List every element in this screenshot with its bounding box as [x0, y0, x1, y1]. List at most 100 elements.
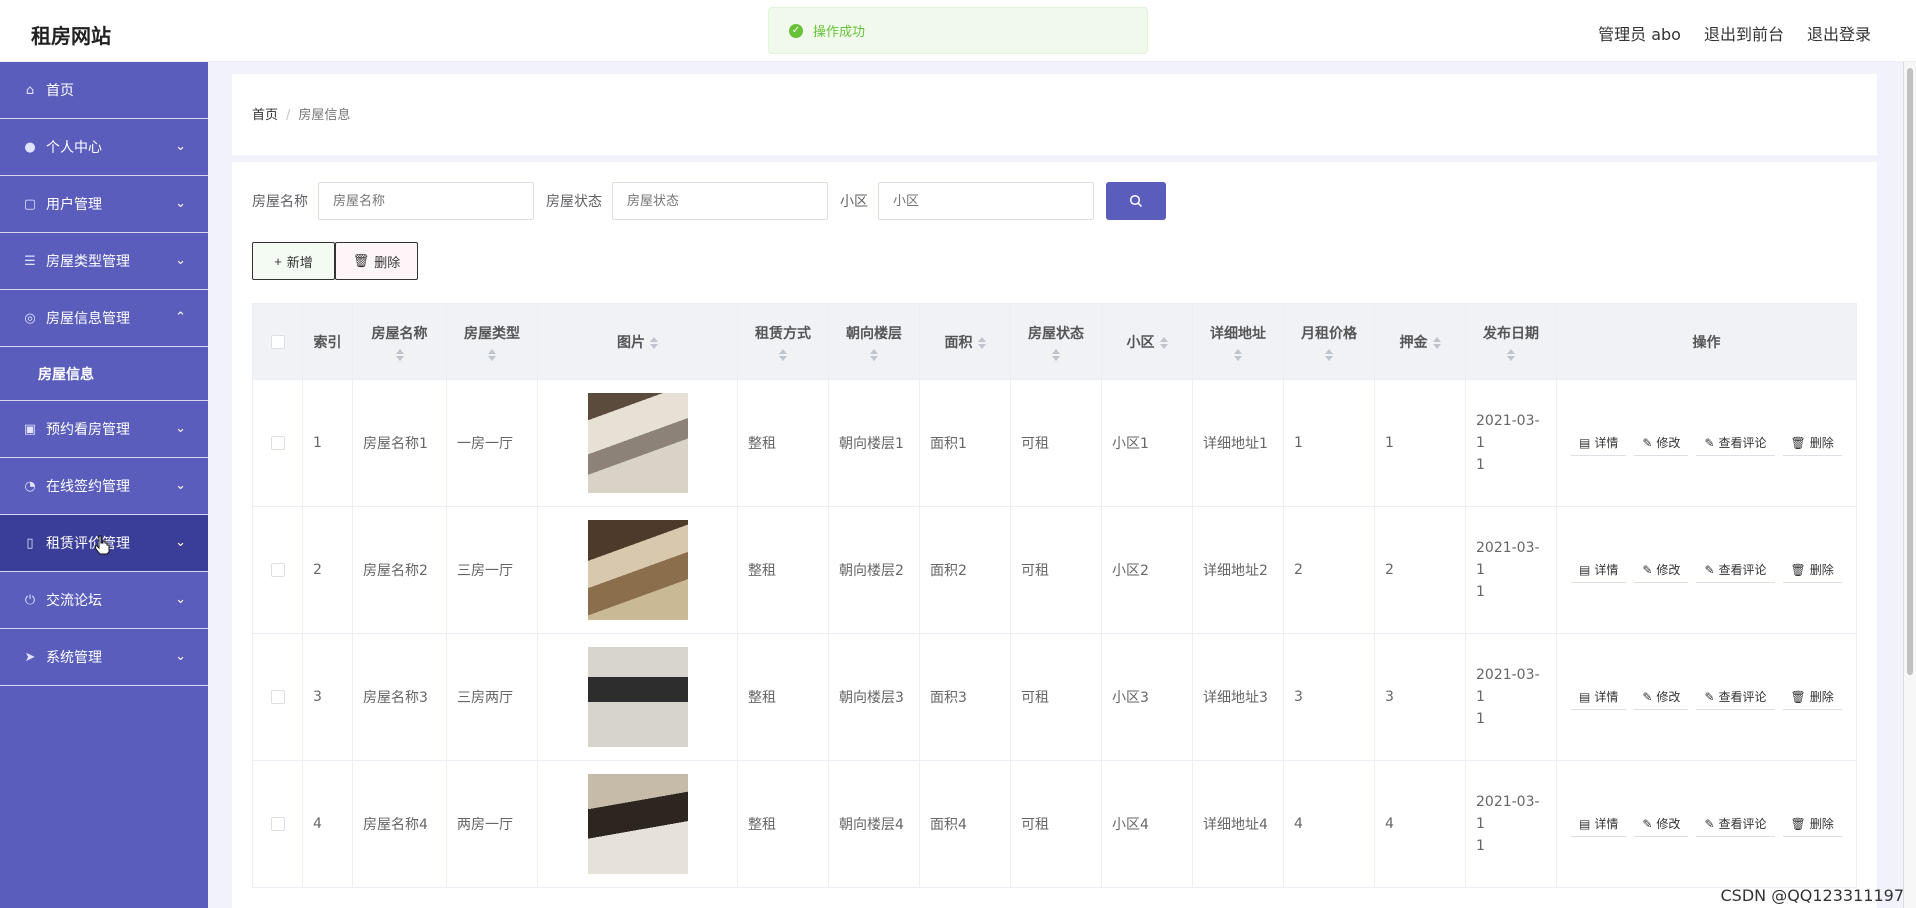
table-row: 2 房屋名称2 三房一厅 整租 朝向楼层2 面积2 可租 小区2 详细地址2 2…: [252, 506, 1857, 634]
add-button[interactable]: + 新增: [252, 242, 335, 280]
row-select-cell[interactable]: [252, 633, 303, 761]
view-comments-button[interactable]: ✎ 查看评论: [1696, 430, 1775, 456]
sort-icon[interactable]: [1052, 348, 1060, 361]
breadcrumb-home[interactable]: 首页: [252, 108, 278, 123]
cell-image: [537, 760, 738, 888]
house-image[interactable]: [587, 774, 688, 874]
sidebar-item-users[interactable]: ▢ 用户管理 ⌄: [0, 176, 208, 233]
header-date[interactable]: 发布日期: [1465, 303, 1557, 380]
row-checkbox[interactable]: [270, 563, 285, 577]
cell-house-type: 三房一厅: [446, 506, 538, 634]
edit-button[interactable]: ✎ 修改: [1634, 557, 1689, 583]
community-input[interactable]: [878, 182, 1094, 220]
cell-house-name: 房屋名称4: [352, 760, 447, 888]
header-image[interactable]: 图片: [537, 303, 738, 380]
trash-icon: 🗑: [352, 253, 370, 268]
header-address[interactable]: 详细地址: [1192, 303, 1284, 380]
pencil-icon: ✎: [1642, 435, 1653, 450]
sort-icon[interactable]: [650, 336, 658, 349]
edit-button[interactable]: ✎ 修改: [1634, 684, 1689, 710]
user-icon: ●: [24, 139, 36, 155]
logout-link[interactable]: 退出登录: [1807, 21, 1871, 45]
sidebar-item-label: 用户管理: [46, 197, 102, 213]
row-select-cell[interactable]: [252, 506, 303, 634]
house-status-input[interactable]: [612, 182, 828, 220]
sort-icon[interactable]: [1234, 348, 1242, 361]
home-icon: ⌂: [25, 82, 35, 98]
row-checkbox[interactable]: [270, 436, 285, 450]
hand-cursor-icon: [94, 535, 110, 555]
header-community[interactable]: 小区: [1101, 303, 1193, 380]
cell-orientation: 朝向楼层2: [828, 506, 920, 634]
view-comments-button[interactable]: ✎ 查看评论: [1696, 557, 1775, 583]
search-button[interactable]: [1106, 182, 1166, 220]
detail-button[interactable]: ▤ 详情: [1571, 430, 1627, 456]
house-image[interactable]: [587, 393, 688, 493]
header-area[interactable]: 面积: [919, 303, 1011, 380]
edit-button[interactable]: ✎ 修改: [1634, 430, 1689, 456]
sidebar-subitem-house-info[interactable]: 房屋信息: [0, 347, 208, 401]
select-all-checkbox[interactable]: [270, 334, 285, 349]
detail-button[interactable]: ▤ 详情: [1571, 811, 1627, 837]
house-name-input[interactable]: [318, 182, 534, 220]
header-lease-type[interactable]: 租赁方式: [737, 303, 829, 380]
delete-button[interactable]: 🗑 删除: [1782, 684, 1842, 710]
sort-icon[interactable]: [779, 348, 787, 361]
sidebar-item-contracts[interactable]: ◔ 在线签约管理 ⌄: [0, 458, 208, 515]
sidebar-item-house-types[interactable]: ☰ 房屋类型管理 ⌄: [0, 233, 208, 290]
view-comments-button[interactable]: ✎ 查看评论: [1696, 684, 1775, 710]
cell-image: [537, 379, 738, 507]
cell-image: [537, 506, 738, 634]
header-orientation[interactable]: 朝向楼层: [828, 303, 920, 380]
send-icon: ➤: [24, 649, 36, 665]
row-select-cell[interactable]: [252, 379, 303, 507]
sidebar-item-home[interactable]: ⌂ 首页: [0, 62, 208, 119]
detail-button[interactable]: ▤ 详情: [1571, 684, 1627, 710]
cell-lease-type: 整租: [737, 379, 829, 507]
sort-icon[interactable]: [1159, 336, 1168, 349]
watermark: CSDN @QQ123311197: [1720, 886, 1904, 905]
exit-to-frontend-link[interactable]: 退出到前台: [1704, 21, 1784, 45]
sort-icon[interactable]: [870, 348, 878, 361]
house-image[interactable]: [587, 520, 688, 620]
sort-icon[interactable]: [395, 348, 404, 361]
header-status[interactable]: 房屋状态: [1010, 303, 1102, 380]
pencil-icon: ✎: [1704, 816, 1715, 831]
batch-delete-button[interactable]: 🗑 删除: [335, 242, 418, 280]
document-icon: ▤: [1579, 816, 1591, 831]
scroll-thumb[interactable]: [1907, 68, 1913, 675]
row-checkbox[interactable]: [270, 690, 285, 704]
sidebar-item-profile[interactable]: ● 个人中心 ⌄: [0, 119, 208, 176]
sidebar-item-label: 首页: [46, 83, 74, 99]
row-select-cell[interactable]: [252, 760, 303, 888]
cell-community: 小区2: [1101, 506, 1193, 634]
header-rent[interactable]: 月租价格: [1283, 303, 1375, 380]
row-checkbox[interactable]: [270, 817, 285, 831]
sort-icon[interactable]: [977, 336, 986, 349]
sidebar-item-forum[interactable]: ⏻ 交流论坛 ⌄: [0, 572, 208, 629]
delete-button[interactable]: 🗑 删除: [1782, 557, 1842, 583]
sort-icon[interactable]: [1325, 348, 1333, 361]
edit-button[interactable]: ✎ 修改: [1634, 811, 1689, 837]
document-icon: ▤: [1579, 689, 1591, 704]
header-deposit[interactable]: 押金: [1374, 303, 1466, 380]
view-comments-button[interactable]: ✎ 查看评论: [1696, 811, 1775, 837]
chevron-down-icon: ⌄: [175, 592, 186, 607]
admin-user-link[interactable]: 管理员 abo: [1598, 21, 1681, 45]
header-house-name[interactable]: 房屋名称: [352, 303, 447, 380]
sort-icon[interactable]: [1507, 348, 1515, 361]
cell-rent: 3: [1283, 633, 1375, 761]
delete-button[interactable]: 🗑 删除: [1782, 430, 1842, 456]
header-house-type[interactable]: 房屋类型: [446, 303, 538, 380]
sort-icon[interactable]: [1432, 336, 1441, 349]
detail-button[interactable]: ▤ 详情: [1571, 557, 1627, 583]
vertical-scrollbar[interactable]: [1903, 62, 1916, 908]
select-all-cell[interactable]: [252, 303, 303, 380]
delete-button[interactable]: 🗑 删除: [1782, 811, 1842, 837]
sidebar-item-system[interactable]: ➤ 系统管理 ⌄: [0, 629, 208, 686]
sidebar-item-house-info-management[interactable]: ◎ 房屋信息管理 ⌃: [0, 290, 208, 347]
cell-status: 可租: [1010, 379, 1102, 507]
sidebar-item-appointments[interactable]: ▣ 预约看房管理 ⌄: [0, 401, 208, 458]
house-image[interactable]: [587, 647, 688, 747]
sort-icon[interactable]: [488, 348, 496, 361]
